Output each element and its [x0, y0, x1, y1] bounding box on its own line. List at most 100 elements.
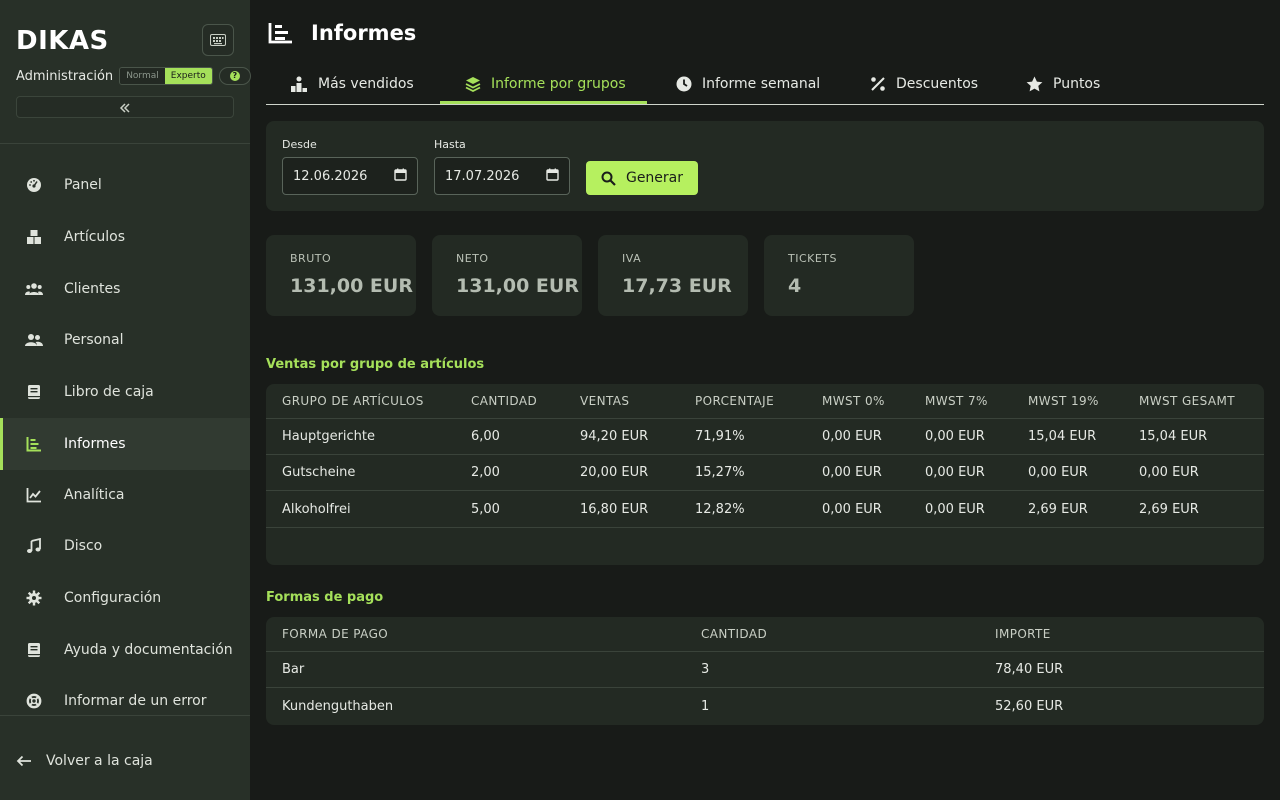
sidebar-item-label: Clientes: [64, 281, 121, 297]
stat-label: TICKETS: [788, 252, 838, 265]
tab-label: Informe por grupos: [491, 76, 626, 92]
column-header: GRUPO DE ARTÍCULOS: [282, 394, 424, 408]
sidebar: DIKAS Administración Normal Experto ? Pa…: [0, 0, 251, 800]
column-header: CANTIDAD: [471, 394, 538, 408]
line-chart-icon: [24, 485, 44, 505]
book-icon: [24, 382, 44, 402]
sidebar-item-panel[interactable]: Panel: [0, 159, 250, 211]
sidebar-item-analitica[interactable]: Analítica: [0, 469, 250, 521]
stat-label: IVA: [622, 252, 642, 265]
to-date-value: 17.07.2026: [445, 168, 520, 184]
groups-table: GRUPO DE ARTÍCULOS CANTIDAD VENTAS PORCE…: [266, 384, 1264, 565]
sidebar-item-label: Libro de caja: [64, 384, 154, 400]
gear-icon: [24, 588, 44, 608]
column-header: CANTIDAD: [701, 627, 768, 641]
tab-informe-semanal[interactable]: Informe semanal: [676, 64, 820, 104]
stat-value: 17,73 EUR: [622, 275, 732, 297]
column-header: MWST 19%: [1028, 394, 1099, 408]
keyboard-button[interactable]: [202, 24, 234, 56]
clock-icon: [676, 76, 692, 92]
from-label: Desde: [282, 138, 317, 151]
mode-normal-option[interactable]: Normal: [120, 68, 165, 84]
back-label: Volver a la caja: [46, 753, 153, 769]
sidebar-item-articulos[interactable]: Artículos: [0, 211, 250, 263]
table-cell: 6,00: [471, 429, 500, 444]
table-row: Bar 3 78,40 EUR: [266, 652, 1264, 688]
sidebar-item-label: Configuración: [64, 590, 162, 606]
calendar-icon[interactable]: [394, 168, 407, 185]
calendar-icon[interactable]: [546, 168, 559, 185]
sidebar-item-label: Disco: [64, 538, 103, 554]
help-toggle[interactable]: ?: [218, 67, 251, 85]
table-cell: 15,04 EUR: [1139, 429, 1208, 444]
table-cell: 71,91%: [695, 429, 745, 444]
active-tab-indicator: [440, 101, 647, 104]
sidebar-item-configuracion[interactable]: Configuración: [0, 572, 250, 624]
table-cell: 2,69 EUR: [1028, 501, 1088, 517]
stat-value: 4: [788, 275, 802, 297]
music-note-icon: [24, 536, 44, 556]
table-cell: 2,69 EUR: [1139, 501, 1199, 517]
generate-label: Generar: [625, 170, 684, 186]
tab-mas-vendidos[interactable]: Más vendidos: [290, 64, 414, 104]
podium-icon: [290, 76, 308, 92]
table-header-row: FORMA DE PAGO CANTIDAD IMPORTE: [266, 617, 1264, 652]
table-cell: Kundenguthaben: [282, 698, 394, 714]
table-cell: 0,00 EUR: [1139, 465, 1199, 480]
from-date-input[interactable]: 12.06.2026: [282, 157, 418, 195]
star-icon: [1026, 76, 1043, 92]
to-label: Hasta: [434, 138, 466, 151]
sidebar-item-label: Personal: [64, 332, 124, 348]
column-header: MWST 0%: [822, 394, 885, 408]
column-header: MWST 7%: [925, 394, 988, 408]
dashboard-gauge-icon: [24, 175, 44, 195]
sidebar-item-clientes[interactable]: Clientes: [0, 263, 250, 315]
tab-descuentos[interactable]: Descuentos: [870, 64, 978, 104]
sidebar-item-personal[interactable]: Personal: [0, 314, 250, 366]
layers-icon: [465, 76, 481, 92]
sidebar-item-disco[interactable]: Disco: [0, 520, 250, 572]
lifebuoy-icon: [24, 691, 44, 711]
column-header: IMPORTE: [995, 627, 1051, 641]
column-header: FORMA DE PAGO: [282, 627, 389, 641]
sidebar-item-informes[interactable]: Informes: [0, 418, 250, 470]
table-cell: Alkoholfrei: [282, 501, 351, 517]
report-tabs: Más vendidos Informe por grupos Informe …: [266, 64, 1264, 105]
table-cell: 0,00 EUR: [822, 465, 882, 480]
sidebar-item-label: Analítica: [64, 487, 125, 503]
mode-toggle[interactable]: Normal Experto: [119, 67, 213, 85]
tab-label: Descuentos: [896, 76, 979, 92]
stat-card-neto: NETO 131,00 EUR: [432, 235, 582, 316]
tab-puntos[interactable]: Puntos: [1026, 64, 1100, 104]
table-cell: 16,80 EUR: [580, 501, 649, 517]
collapse-sidebar-button[interactable]: [16, 96, 234, 118]
sidebar-item-label: Ayuda y documentación: [64, 642, 233, 658]
table-cell: 94,20 EUR: [580, 429, 649, 444]
table-cell: 15,04 EUR: [1028, 429, 1097, 444]
keyboard-icon: [210, 31, 226, 50]
table-cell: Gutscheine: [282, 465, 356, 480]
table-cell: 0,00 EUR: [822, 501, 882, 517]
tab-informe-por-grupos[interactable]: Informe por grupos: [465, 64, 626, 104]
table-cell: 20,00 EUR: [580, 465, 649, 480]
sidebar-item-label: Informar de un error: [64, 693, 207, 709]
report-list-icon: [268, 22, 293, 44]
tab-label: Informe semanal: [702, 76, 821, 92]
sidebar-item-libro-de-caja[interactable]: Libro de caja: [0, 366, 250, 418]
generate-button[interactable]: Generar: [586, 161, 698, 195]
users-group-icon: [24, 279, 44, 299]
to-date-input[interactable]: 17.07.2026: [434, 157, 570, 195]
main-content: Informes Más vendidos Informe por grupos…: [250, 0, 1280, 800]
back-to-register-link[interactable]: Volver a la caja: [16, 750, 153, 772]
date-filter-card: Desde 12.06.2026 Hasta 17.07.2026 Genera…: [266, 121, 1264, 211]
table-cell: 3: [701, 662, 710, 677]
table-cell: 0,00 EUR: [925, 501, 985, 517]
tab-label: Más vendidos: [318, 76, 414, 92]
report-list-icon: [24, 434, 44, 454]
page-title: Informes: [311, 21, 417, 45]
mode-expert-option[interactable]: Experto: [164, 68, 212, 84]
percent-icon: [870, 76, 886, 92]
table-header-row: GRUPO DE ARTÍCULOS CANTIDAD VENTAS PORCE…: [266, 384, 1264, 419]
sidebar-item-informar-error[interactable]: Informar de un error: [0, 675, 250, 727]
sidebar-item-ayuda[interactable]: Ayuda y documentación: [0, 624, 250, 676]
